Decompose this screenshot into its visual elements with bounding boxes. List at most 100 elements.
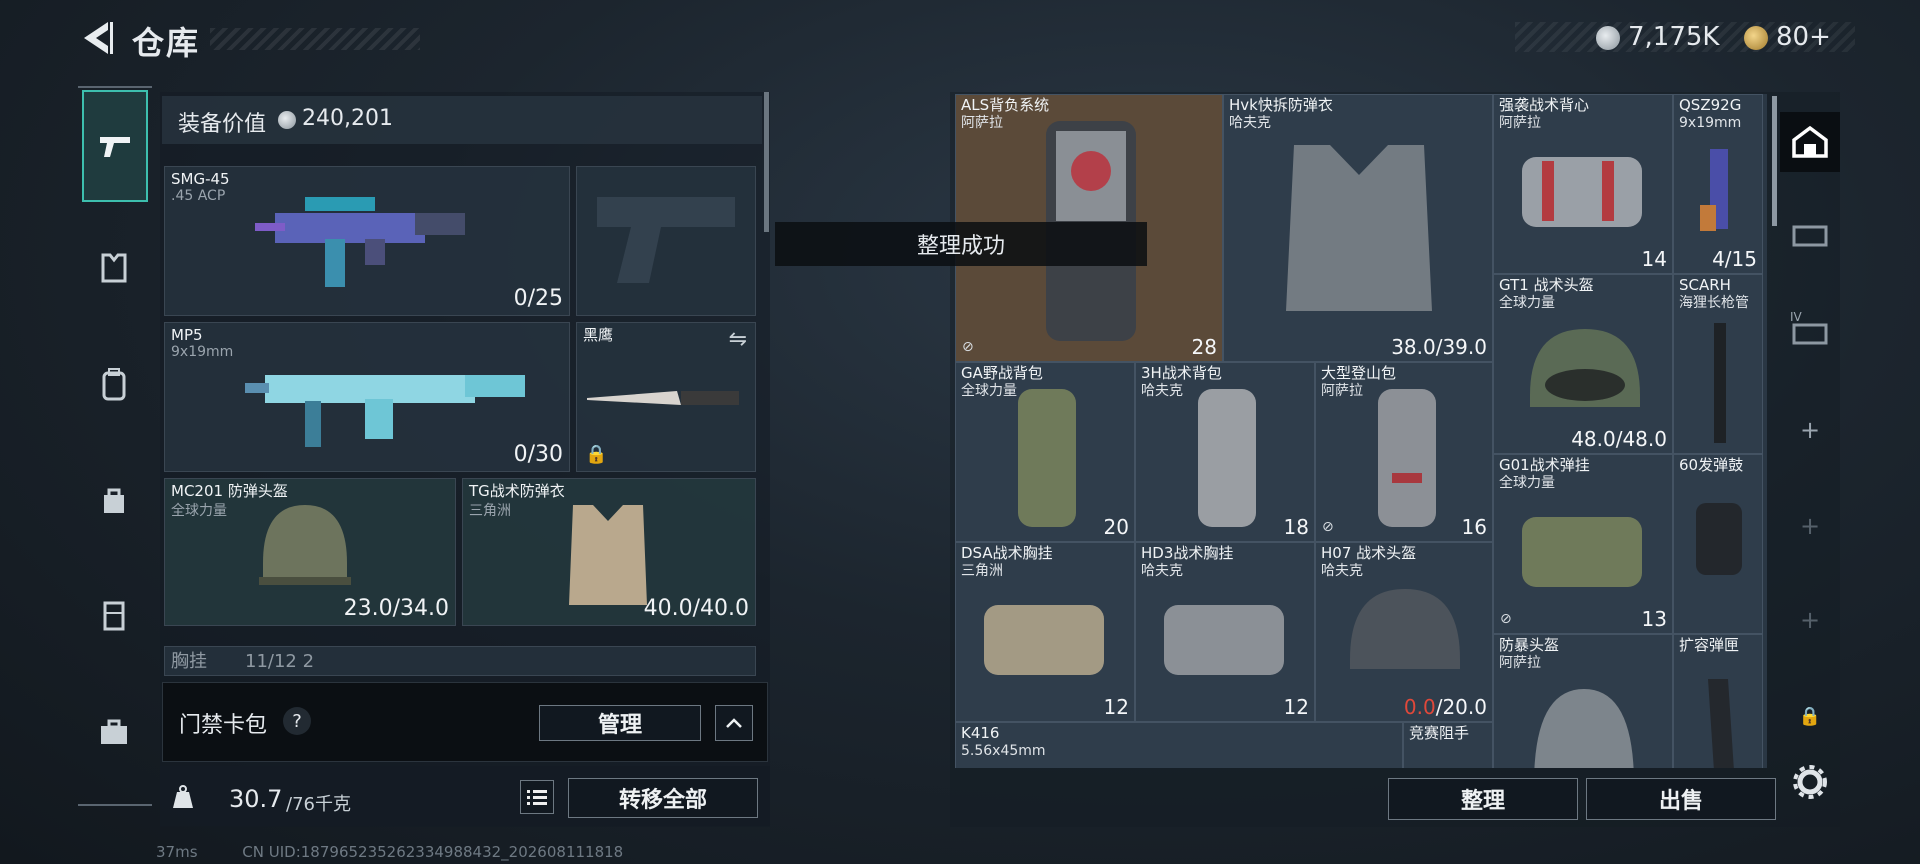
item-caliber: 5.56x45mm	[961, 743, 1046, 759]
add-storage-button[interactable]: +	[1780, 400, 1840, 460]
back-arrow-icon[interactable]	[78, 18, 114, 58]
durability-max: /20.0	[1435, 695, 1487, 719]
storage-scrollbar[interactable]	[1772, 96, 1777, 226]
grid-item[interactable]: H07 战术头盔 哈夫克 0.0/20.0	[1315, 542, 1493, 722]
grid-item[interactable]: K416 5.56x45mm	[955, 722, 1403, 768]
item-capacity: 20	[1103, 515, 1129, 539]
vest-image	[569, 505, 647, 605]
equipment-value-bar: 装备价值 240,201	[162, 96, 762, 144]
grid-item[interactable]: 强袭战术背心 阿萨拉 14	[1493, 94, 1673, 274]
smg-image	[255, 197, 465, 287]
help-icon[interactable]: ?	[283, 707, 311, 735]
item-name: DSA战术胸挂	[961, 544, 1053, 562]
backpack-icon	[102, 368, 126, 401]
tab-storage-2[interactable]	[1780, 204, 1840, 264]
item-name: 60发弹鼓	[1679, 456, 1744, 474]
gold-coin-icon	[1744, 26, 1768, 50]
item-brand: 三角洲	[469, 503, 511, 519]
gold-amount[interactable]: 80+	[1776, 22, 1831, 52]
item-name: SCARH	[1679, 276, 1731, 294]
storage-grid: ALS背负系统 阿萨拉 ⊘ 28 Hvk快拆防弹衣 哈夫克 38.0/39.0 …	[955, 94, 1767, 768]
grid-item[interactable]: GT1 战术头盔 全球力量 48.0/48.0	[1493, 274, 1673, 454]
settings-icon[interactable]	[1792, 764, 1828, 804]
access-card-label: 门禁卡包	[179, 713, 268, 738]
slot-secondary-weapon[interactable]: MP5 9x19mm 0/30	[164, 322, 570, 472]
add-storage-button[interactable]: +	[1780, 590, 1840, 650]
tab-weapons[interactable]	[82, 90, 148, 202]
loadout-scrollbar[interactable]	[764, 92, 769, 232]
access-card-bar: 门禁卡包 ? 管理	[162, 682, 768, 762]
plus-icon: +	[1799, 416, 1821, 444]
tab-rig[interactable]	[86, 588, 142, 644]
locked-slot: 🔒	[1780, 686, 1840, 746]
grid-item[interactable]: G01战术弹挂 全球力量 ⊘ 13	[1493, 454, 1673, 634]
item-caliber: 9x19mm	[171, 344, 234, 360]
manage-button[interactable]: 管理	[539, 705, 701, 741]
page-title: 仓库	[132, 24, 201, 62]
grid-item[interactable]: 60发弹鼓	[1673, 454, 1763, 634]
tab-backpack[interactable]	[86, 356, 142, 412]
slot-chest-rig[interactable]: 胸挂 11/12 2	[164, 646, 756, 676]
rig-icon	[103, 601, 125, 631]
item-brand: 全球力量	[1499, 475, 1555, 491]
list-icon	[527, 790, 547, 805]
bag-image	[1164, 605, 1284, 675]
bag-image	[1198, 389, 1256, 527]
item-name: 防暴头盔	[1499, 636, 1560, 654]
item-name: MP5	[171, 326, 203, 344]
add-storage-button[interactable]: +	[1780, 496, 1840, 556]
item-brand: 三角洲	[961, 563, 1003, 579]
grid-item[interactable]: 大型登山包 阿萨拉 ⊘ 16	[1315, 362, 1493, 542]
slot-pistol-empty[interactable]	[576, 166, 756, 316]
grid-item[interactable]: QSZ92G 9x19mm 4/15	[1673, 94, 1763, 274]
tab-armor[interactable]	[86, 240, 142, 296]
no-insure-icon: ⊘	[962, 339, 974, 355]
slot-helmet[interactable]: MC201 防弹头盔 全球力量 23.0/34.0	[164, 478, 456, 626]
durability-current: 0.0	[1403, 695, 1436, 719]
grid-item[interactable]: HD3战术胸挂 哈夫克 12	[1135, 542, 1315, 722]
item-brand: 哈夫克	[1141, 383, 1183, 399]
slot-body-armor[interactable]: TG战术防弹衣 三角洲 40.0/40.0	[462, 478, 756, 626]
item-name: HD3战术胸挂	[1141, 544, 1234, 562]
slot-primary-weapon[interactable]: SMG-45 .45 ACP 0/25	[164, 166, 570, 316]
grid-item[interactable]: Hvk快拆防弹衣 哈夫克 38.0/39.0	[1223, 94, 1493, 362]
equipment-value-label: 装备价值	[178, 112, 267, 137]
grid-item[interactable]: DSA战术胸挂 三角洲 12	[955, 542, 1135, 722]
tab-warehouse[interactable]	[1780, 112, 1840, 172]
item-caliber: 9x19mm	[1679, 115, 1742, 131]
tab-storage-4[interactable]: IV	[1780, 302, 1840, 362]
item-brand: 哈夫克	[1141, 563, 1183, 579]
slot-melee[interactable]: 黑鹰 ⇋ 🔒	[576, 322, 756, 472]
swap-icon[interactable]: ⇋	[729, 327, 747, 352]
grid-item[interactable]: 竞赛阻手	[1403, 722, 1493, 768]
silver-amount: 7,175K	[1628, 22, 1720, 52]
item-capacity: 14	[1641, 247, 1667, 271]
transfer-all-button[interactable]: 转移全部	[568, 778, 758, 818]
item-capacity: 16	[1461, 515, 1487, 539]
tab-bag[interactable]	[86, 472, 142, 528]
grid-item[interactable]: SCARH 海狸长枪管	[1673, 274, 1763, 454]
no-insure-icon: ⊘	[1500, 611, 1512, 627]
collapse-button[interactable]	[715, 705, 753, 741]
storage-level: IV	[1790, 310, 1802, 324]
item-brand: 阿萨拉	[1499, 655, 1541, 671]
item-name: GA野战背包	[961, 364, 1043, 382]
grid-item[interactable]: 3H战术背包 哈夫克 18	[1135, 362, 1315, 542]
grid-item[interactable]: 扩容弹匣	[1673, 634, 1763, 768]
item-name: 强袭战术背心	[1499, 96, 1590, 114]
item-durability: 38.0/39.0	[1391, 335, 1487, 359]
item-ammo: 4/15	[1712, 247, 1757, 271]
sell-button[interactable]: 出售	[1586, 778, 1776, 820]
grid-item[interactable]: GA野战背包 全球力量 20	[955, 362, 1135, 542]
grid-item[interactable]: 防暴头盔 阿萨拉	[1493, 634, 1673, 768]
vest-image	[1286, 145, 1432, 311]
warehouse-icon	[1792, 125, 1828, 158]
list-view-button[interactable]	[520, 780, 554, 814]
vest-icon	[101, 253, 127, 283]
status-bar: 37ms CN UID:187965235262334988432_202608…	[80, 843, 623, 861]
sort-button[interactable]: 整理	[1388, 778, 1578, 820]
toast-message: 整理成功	[775, 222, 1147, 266]
tab-case[interactable]	[86, 704, 142, 760]
item-name: G01战术弹挂	[1499, 456, 1590, 474]
item-name: 扩容弹匣	[1679, 636, 1740, 654]
